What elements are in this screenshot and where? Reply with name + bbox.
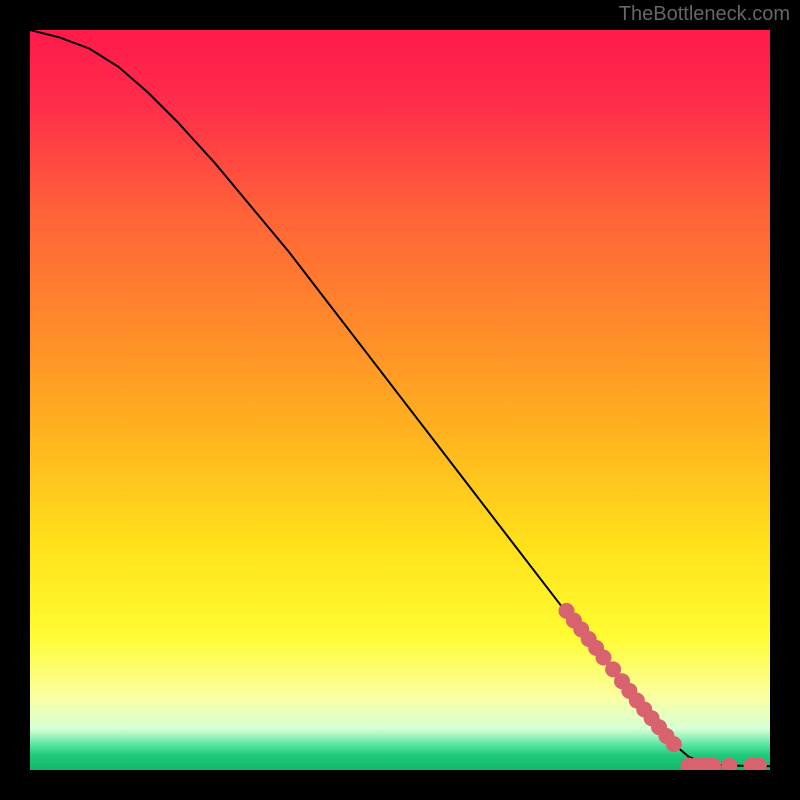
- chart-plot-area: [30, 30, 770, 770]
- gradient-background: [30, 30, 770, 770]
- data-marker: [666, 736, 682, 752]
- watermark-text: TheBottleneck.com: [619, 3, 790, 26]
- chart-svg: [30, 30, 770, 770]
